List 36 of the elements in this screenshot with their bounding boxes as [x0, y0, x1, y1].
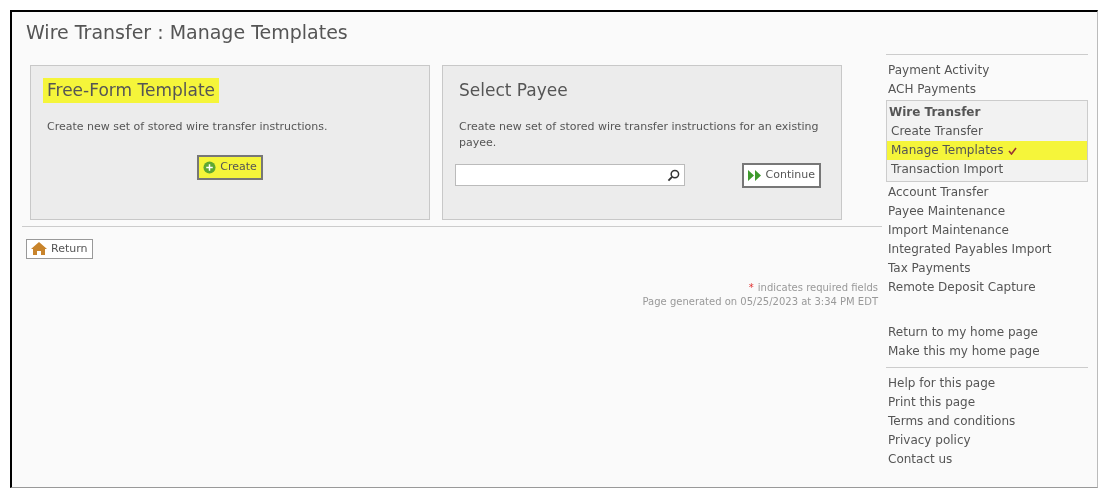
- nav-link[interactable]: Import Maintenance: [886, 221, 1088, 240]
- card-title: Select Payee: [458, 78, 569, 102]
- plus-circle-icon: [203, 160, 217, 174]
- nav-link[interactable]: Account Transfer: [886, 183, 1088, 202]
- required-note: indicates required fields: [757, 281, 878, 295]
- help-link[interactable]: Print this page: [886, 393, 1088, 412]
- search-icon: [667, 168, 680, 182]
- nav-link[interactable]: ACH Payments: [886, 80, 1088, 99]
- nav-link[interactable]: Tax Payments: [886, 259, 1088, 278]
- card-title: Free-Form Template: [43, 77, 219, 103]
- help-link[interactable]: Contact us: [886, 450, 1088, 469]
- required-marker: *: [748, 281, 754, 295]
- page-title: Wire Transfer : Manage Templates: [25, 20, 349, 45]
- create-button[interactable]: Create: [197, 155, 263, 180]
- nav-link[interactable]: Wire Transfer: [887, 103, 983, 122]
- home-page-link[interactable]: Return to my home page: [886, 323, 1088, 342]
- payee-search-field[interactable]: [455, 164, 685, 187]
- card-description: Create new set of stored wire transfer instructions.: [46, 119, 329, 135]
- check-icon: [1007, 146, 1017, 155]
- nav-link[interactable]: Integrated Payables Import: [886, 240, 1088, 259]
- return-button[interactable]: Return: [26, 238, 93, 259]
- nav-link[interactable]: Payee Maintenance: [886, 202, 1088, 221]
- nav-link[interactable]: Create Transfer: [887, 122, 1087, 141]
- nav-link[interactable]: Transaction Import: [887, 160, 1087, 179]
- continue-button[interactable]: Continue: [741, 163, 821, 188]
- help-link[interactable]: Privacy policy: [886, 431, 1088, 450]
- generated-timestamp: Page generated on 05/25/2023 at 3:34 PM EDT: [642, 295, 878, 309]
- double-arrow-icon: [747, 169, 762, 181]
- nav-link[interactable]: Remote Deposit Capture: [886, 278, 1088, 297]
- home-icon: [31, 242, 47, 256]
- card-description: Create new set of stored wire transfer instructions for an existing payee.: [458, 119, 820, 151]
- nav-link[interactable]: Payment Activity: [886, 61, 1088, 80]
- help-link[interactable]: Terms and conditions: [886, 412, 1088, 431]
- nav-link[interactable]: Manage Templates: [887, 141, 1087, 160]
- help-link[interactable]: Help for this page: [886, 374, 1088, 393]
- home-page-link[interactable]: Make this my home page: [886, 342, 1088, 361]
